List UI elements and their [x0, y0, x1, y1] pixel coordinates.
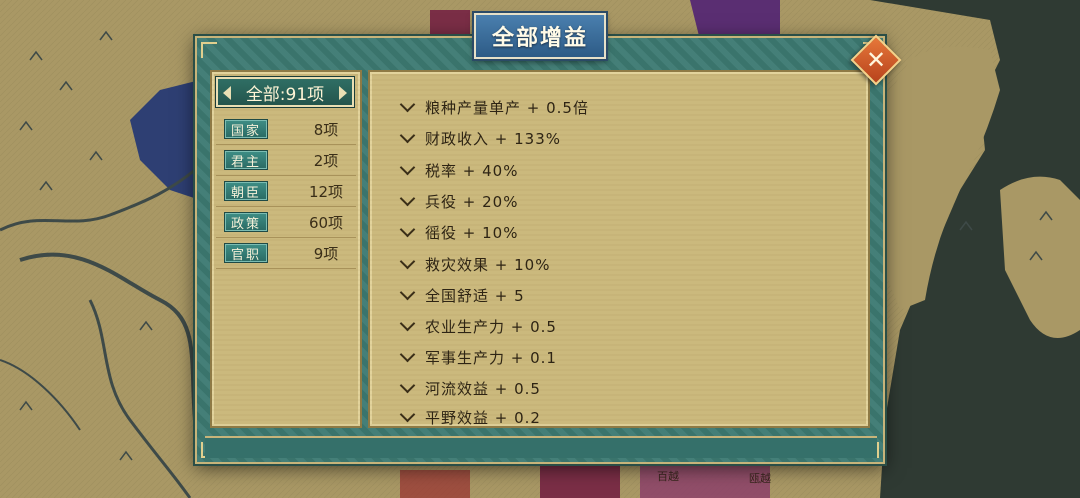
- category-row-courtiers[interactable]: 朝臣 12项: [216, 176, 356, 207]
- category-count: 60项: [308, 213, 344, 232]
- list-item[interactable]: 农业生产力 + 0.5: [398, 314, 557, 338]
- category-count: 8项: [313, 120, 339, 139]
- dialog-bottom-band: [205, 436, 877, 458]
- category-count: 9项: [313, 244, 339, 263]
- bonus-list-panel[interactable]: [368, 70, 870, 428]
- category-row-monarch[interactable]: 君主 2项: [216, 145, 356, 176]
- bonus-text: 河流效益 + 0.5: [425, 379, 541, 398]
- chevron-down-icon: [399, 315, 416, 332]
- bonus-text: 徭役 + 10%: [425, 223, 519, 242]
- list-item[interactable]: 救灾效果 + 10%: [398, 252, 550, 276]
- list-item[interactable]: 河流效益 + 0.5: [398, 376, 541, 400]
- bonus-text: 全国舒适 + 5: [425, 286, 525, 305]
- chevron-down-icon: [399, 407, 416, 423]
- list-item[interactable]: 粮种产量单产 + 0.5倍: [398, 95, 589, 119]
- list-item[interactable]: 徭役 + 10%: [398, 220, 518, 244]
- category-row-country[interactable]: 国家 8项: [216, 114, 356, 145]
- list-item[interactable]: 平野效益 + 0.2: [398, 407, 541, 425]
- all-bonuses-tab[interactable]: 全部:91项: [216, 77, 354, 107]
- chevron-down-icon: [399, 96, 416, 113]
- bonus-text: 兵役 + 20%: [425, 192, 519, 211]
- category-badge: 君主: [224, 150, 268, 170]
- all-bonuses-label: 全部:91项: [245, 84, 325, 105]
- category-count: 12项: [308, 182, 344, 201]
- chevron-down-icon: [399, 127, 416, 144]
- bonus-text: 救灾效果 + 10%: [425, 255, 551, 274]
- category-badge: 政策: [224, 212, 268, 232]
- chevron-down-icon: [399, 221, 416, 238]
- arrow-left-icon: [223, 86, 231, 100]
- map-label-ouyue: 瓯越: [749, 472, 771, 485]
- category-count: 2项: [313, 151, 339, 170]
- list-item[interactable]: 税率 + 40%: [398, 158, 518, 182]
- dialog-title: 全部增益: [474, 13, 606, 59]
- category-badge: 朝臣: [224, 181, 268, 201]
- frame-corner: [201, 42, 217, 58]
- bonus-text: 粮种产量单产 + 0.5倍: [425, 98, 589, 117]
- category-badge: 国家: [224, 119, 268, 139]
- bonus-text: 税率 + 40%: [425, 161, 519, 180]
- chevron-down-icon: [399, 159, 416, 176]
- bonus-text: 农业生产力 + 0.5: [425, 317, 557, 336]
- chevron-down-icon: [399, 190, 416, 207]
- chevron-down-icon: [399, 377, 416, 394]
- arrow-right-icon: [339, 86, 347, 100]
- bonus-text: 平野效益 + 0.2: [425, 409, 541, 425]
- category-badge: 官职: [224, 243, 268, 263]
- chevron-down-icon: [399, 346, 416, 363]
- category-row-policy[interactable]: 政策 60项: [216, 207, 356, 238]
- list-item[interactable]: 全国舒适 + 5: [398, 283, 525, 307]
- list-item[interactable]: 军事生产力 + 0.1: [398, 345, 557, 369]
- chevron-down-icon: [399, 253, 416, 270]
- map-label-baiyue: 百越: [657, 470, 679, 483]
- bonus-text: 财政收入 + 133%: [425, 129, 561, 148]
- close-icon: ✕: [865, 46, 887, 74]
- chevron-down-icon: [399, 284, 416, 301]
- category-row-office[interactable]: 官职 9项: [216, 238, 356, 269]
- bonus-text: 军事生产力 + 0.1: [425, 348, 557, 367]
- list-item[interactable]: 兵役 + 20%: [398, 189, 518, 213]
- list-item[interactable]: 财政收入 + 133%: [398, 126, 561, 150]
